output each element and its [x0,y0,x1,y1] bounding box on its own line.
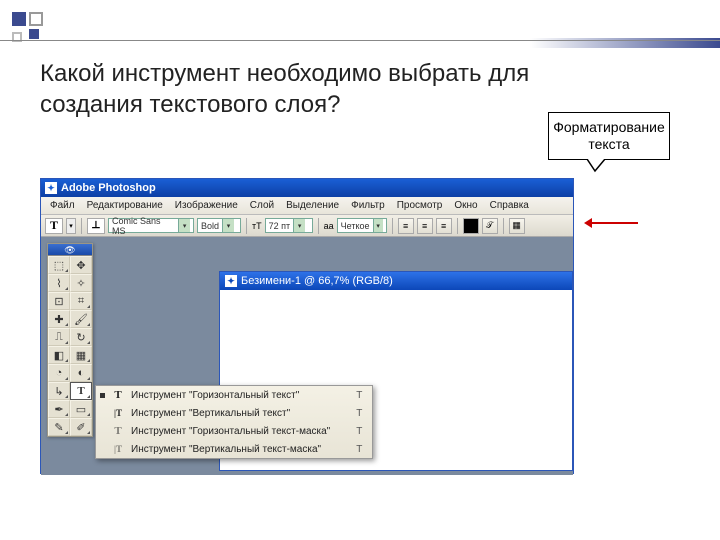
menu-layer[interactable]: Слой [245,199,279,212]
font-family-field[interactable]: Comic Sans MS▾ [108,218,194,233]
size-label-icon: тT [252,221,262,231]
tool-notes[interactable]: ✎ [48,418,70,436]
menu-image[interactable]: Изображение [170,199,243,212]
tool-marquee[interactable]: ⬚ [48,256,70,274]
vertical-text-icon: |T [111,408,125,418]
flyout-vertical-text-mask[interactable]: |T Инструмент "Вертикальный текст-маска"… [96,440,372,458]
tool-gradient[interactable]: ▦ [70,346,92,364]
align-left-button[interactable]: ≡ [398,218,414,234]
app-logo-icon: ✦ [45,182,57,194]
selected-dot-icon [100,393,105,398]
vertical-text-mask-icon: |T [111,444,125,454]
flyout-horizontal-text[interactable]: T Инструмент "Горизонтальный текст" T [96,386,372,404]
menu-edit[interactable]: Редактирование [82,199,168,212]
antialias-label: aa [324,221,334,231]
text-color-swatch[interactable] [463,218,479,234]
antialias-field[interactable]: Четкое▾ [337,218,387,233]
menu-window[interactable]: Окно [449,199,482,212]
text-tool-icon: T [111,389,125,401]
tool-pen[interactable]: ✒ [48,400,70,418]
slide-question: Какой инструмент необходимо выбрать для … [40,58,600,120]
align-right-button[interactable]: ≡ [436,218,452,234]
app-titlebar[interactable]: ✦ Adobe Photoshop [41,179,573,197]
eye-logo-icon: 👁 [64,245,75,256]
tool-wand[interactable]: ✧ [70,274,92,292]
tool-eyedrop[interactable]: ✐ [70,418,92,436]
tool-shape[interactable]: ▭ [70,400,92,418]
tool-dodge[interactable]: ◐ [70,364,92,382]
tool-preset-icon[interactable]: T [45,218,63,234]
tool-eraser[interactable]: ◧ [48,346,70,364]
arrow-pointer-icon [590,222,638,224]
toolbox: 👁 ⬚ ✥ ⌇ ✧ ⊡ ⌗ ✚ 🖌 ⎍ ↻ ◧ ▦ ◔ ◐ ↳ T ✒ ▭ ✎ [47,243,93,437]
tool-preset-dropdown[interactable]: ▾ [66,218,76,234]
tool-heal[interactable]: ✚ [48,310,70,328]
text-mask-icon: T [111,425,125,437]
tool-blur[interactable]: ◔ [48,364,70,382]
tool-move[interactable]: ✥ [70,256,92,274]
menu-help[interactable]: Справка [485,199,534,212]
photoshop-window: ✦ Adobe Photoshop Файл Редактирование Из… [40,178,574,474]
tool-history[interactable]: ↻ [70,328,92,346]
font-size-field[interactable]: 72 пт▾ [265,218,313,233]
orientation-toggle[interactable]: ⊥ [87,218,105,234]
menu-file[interactable]: Файл [45,199,80,212]
options-bar: T ▾ ⊥ Comic Sans MS▾ Bold▾ тT 72 пт▾ aa … [41,215,573,237]
app-title: Adobe Photoshop [61,182,156,194]
header-line [0,40,720,41]
palette-toggle-button[interactable]: ▦ [509,218,525,234]
align-center-button[interactable]: ≡ [417,218,433,234]
toolbox-header[interactable]: 👁 [48,244,92,256]
document-icon: ✦ [225,275,237,287]
warp-text-button[interactable]: 𝒯 [482,218,498,234]
font-weight-field[interactable]: Bold▾ [197,218,241,233]
slide-decoration [12,12,43,42]
text-tool-flyout: T Инструмент "Горизонтальный текст" T |T… [95,385,373,459]
menu-filter[interactable]: Фильтр [346,199,390,212]
menu-select[interactable]: Выделение [281,199,344,212]
document-title: Безимени-1 @ 66,7% (RGB/8) [241,275,393,287]
tool-lasso[interactable]: ⌇ [48,274,70,292]
workspace: ✦ Безимени-1 @ 66,7% (RGB/8) 👁 ⬚ ✥ ⌇ ✧ ⊡… [41,237,573,475]
tool-path[interactable]: ↳ [48,382,70,400]
tool-text[interactable]: T [70,382,92,400]
tool-crop[interactable]: ⊡ [48,292,70,310]
menu-view[interactable]: Просмотр [392,199,448,212]
tool-slice[interactable]: ⌗ [70,292,92,310]
document-titlebar[interactable]: ✦ Безимени-1 @ 66,7% (RGB/8) [220,272,572,290]
menubar: Файл Редактирование Изображение Слой Выд… [41,197,573,215]
callout-formatting: Форматирование текста [548,112,670,160]
tool-brush[interactable]: 🖌 [70,310,92,328]
flyout-horizontal-text-mask[interactable]: T Инструмент "Горизонтальный текст-маска… [96,422,372,440]
flyout-vertical-text[interactable]: |T Инструмент "Вертикальный текст" T [96,404,372,422]
tool-stamp[interactable]: ⎍ [48,328,70,346]
